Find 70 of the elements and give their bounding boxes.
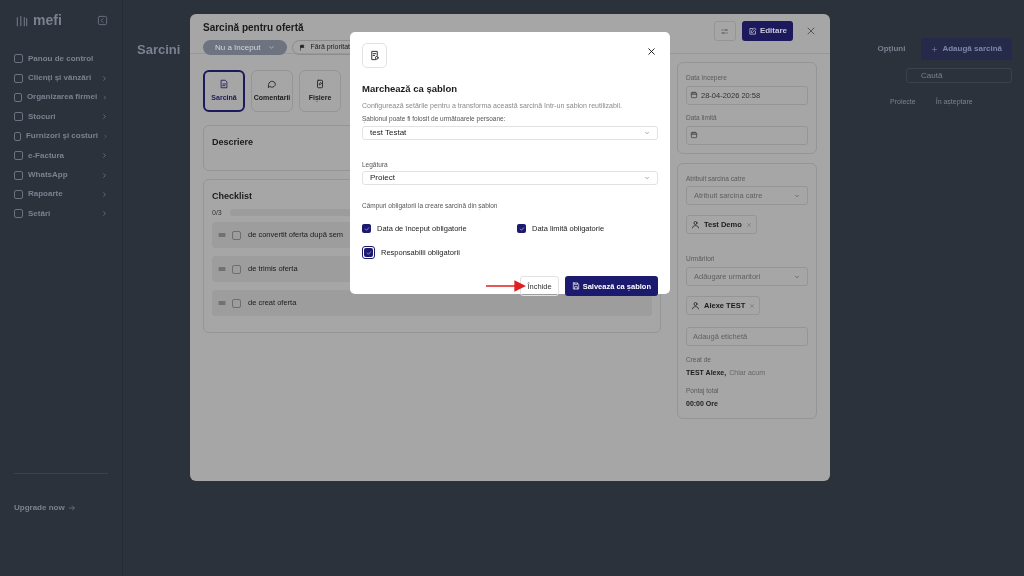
close-icon bbox=[805, 25, 817, 37]
checkbox[interactable] bbox=[232, 230, 241, 240]
select-field[interactable]: test Testat bbox=[362, 125, 658, 140]
chevron-down-icon bbox=[794, 192, 800, 199]
page-title: Sarcini bbox=[137, 41, 181, 59]
speech-bubble-icon bbox=[267, 78, 277, 89]
sidebar-item[interactable]: Setări bbox=[14, 204, 108, 224]
chevron-right-icon bbox=[103, 132, 108, 140]
drag-handle-icon bbox=[217, 231, 227, 239]
user-icon bbox=[691, 220, 700, 230]
chevron-right-icon bbox=[101, 113, 108, 121]
checkmark-icon bbox=[518, 225, 525, 232]
date-field[interactable] bbox=[686, 125, 808, 145]
chevron-right-icon bbox=[101, 74, 108, 82]
chevron-right-icon bbox=[102, 93, 108, 101]
arrow-annotation-icon bbox=[486, 279, 526, 294]
status-dropdown[interactable]: Nu a început bbox=[203, 40, 288, 55]
checkbox[interactable] bbox=[232, 264, 241, 274]
dialog-title: Marchează ca șablon bbox=[362, 82, 459, 96]
add-task-button[interactable]: Adaugă sarcină bbox=[921, 38, 1012, 60]
sidebar-item[interactable]: Panou de control bbox=[14, 49, 108, 69]
chevron-down-icon bbox=[794, 273, 800, 280]
chevron-right-icon bbox=[101, 190, 108, 198]
chevron-right-icon bbox=[101, 152, 108, 160]
document-icon bbox=[219, 78, 229, 89]
filter-button[interactable] bbox=[713, 21, 736, 41]
select-field[interactable]: Proiect bbox=[362, 171, 658, 186]
chevron-down-icon bbox=[644, 175, 650, 182]
sidebar-item[interactable]: WhatsApp bbox=[14, 165, 108, 185]
search-field[interactable]: Caută bbox=[906, 68, 1012, 83]
sidebar-item[interactable]: Clienți și vânzări bbox=[14, 68, 108, 88]
calendar-icon bbox=[690, 91, 698, 100]
edit-icon bbox=[747, 26, 757, 36]
section-title: Descriere bbox=[212, 136, 255, 149]
upgrade-link[interactable]: Upgrade now bbox=[14, 502, 65, 514]
user-icon bbox=[691, 301, 700, 310]
save-icon bbox=[571, 282, 580, 291]
checkbox[interactable] bbox=[232, 298, 241, 308]
checkmark-icon bbox=[363, 225, 370, 232]
logo-icon bbox=[14, 13, 30, 28]
logo-text: mefi bbox=[33, 11, 62, 30]
section-title: Checklist bbox=[212, 190, 254, 203]
checkbox[interactable] bbox=[362, 224, 371, 234]
template-icon bbox=[369, 50, 380, 61]
edit-button[interactable]: Editare bbox=[741, 21, 793, 41]
collapse-icon bbox=[97, 15, 108, 26]
chevron-right-icon bbox=[101, 171, 108, 179]
drag-handle-icon bbox=[217, 265, 227, 273]
drag-handle-icon bbox=[217, 299, 227, 307]
sidebar-item[interactable]: Stocuri bbox=[14, 107, 108, 127]
chevron-down-icon bbox=[644, 129, 650, 136]
checkbox[interactable] bbox=[517, 224, 526, 234]
sidebar-item[interactable]: e-Factura bbox=[14, 145, 108, 166]
task-title: Sarcină pentru ofertă bbox=[203, 21, 305, 35]
sidebar-item[interactable]: Organizarea firmei bbox=[14, 87, 108, 108]
plus-icon bbox=[931, 45, 939, 53]
remove-icon bbox=[749, 302, 756, 309]
paperclip-icon bbox=[315, 78, 325, 89]
arrow-right-icon bbox=[67, 504, 76, 512]
sliders-icon bbox=[720, 26, 730, 36]
chevron-right-icon bbox=[101, 210, 108, 218]
flag-icon bbox=[299, 44, 307, 51]
sidebar-item[interactable]: Furnizori și costuri bbox=[14, 126, 108, 146]
options-button[interactable]: Opțiuni bbox=[871, 39, 912, 59]
close-icon bbox=[646, 46, 657, 57]
checkmark-icon bbox=[365, 249, 372, 256]
calendar-icon bbox=[690, 131, 698, 139]
remove-icon bbox=[745, 221, 752, 228]
sidebar-item[interactable]: Rapoarte bbox=[14, 184, 108, 205]
chevron-down-icon bbox=[268, 44, 276, 51]
